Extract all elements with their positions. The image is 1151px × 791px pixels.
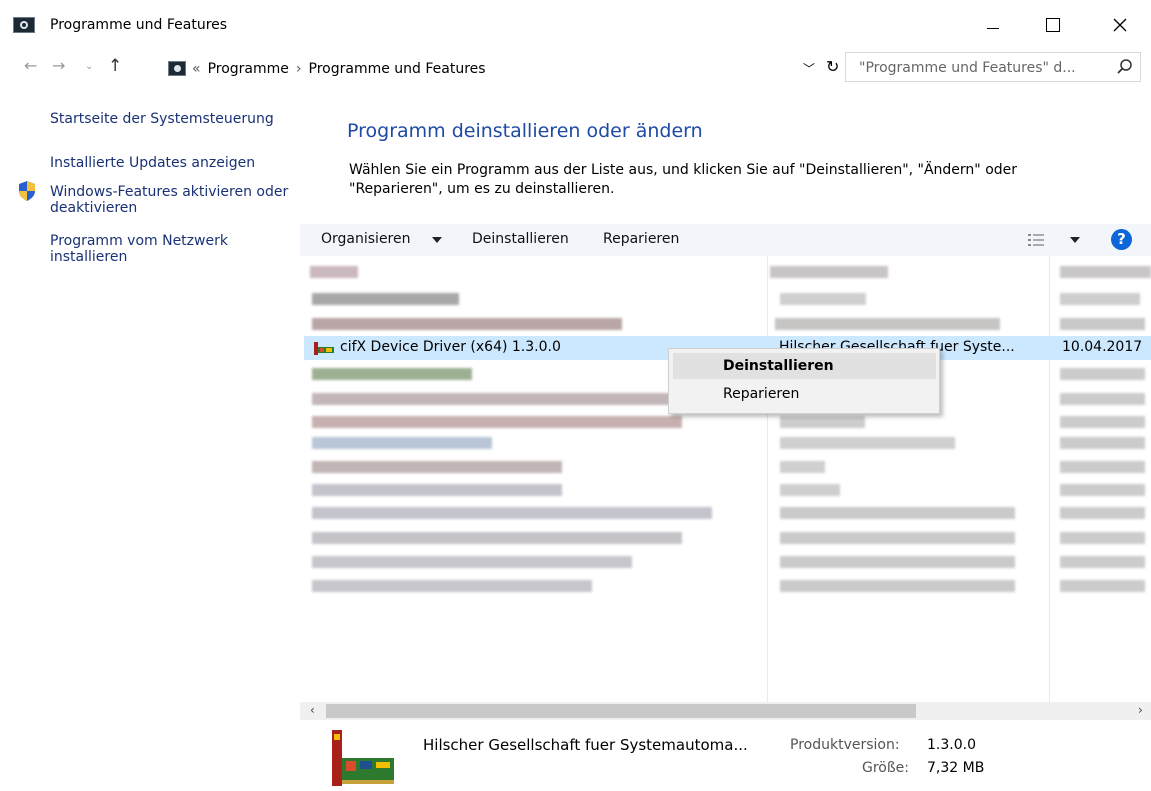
program-list[interactable]: cifX Device Driver (x64) 1.3.0.0 Hilsche…: [300, 256, 1151, 702]
blurred-row: [312, 368, 472, 380]
search-icon[interactable]: [1116, 58, 1134, 76]
repair-button[interactable]: Reparieren: [603, 231, 679, 247]
maximize-button[interactable]: [1030, 8, 1076, 42]
blurred-row: [1060, 293, 1140, 305]
blurred-row: [312, 484, 562, 496]
sidebar-item-network-install[interactable]: Programm vom Netzwerk installieren: [50, 233, 280, 265]
page-description: Wählen Sie ein Programm aus der Liste au…: [349, 162, 1018, 197]
organize-dropdown-icon[interactable]: [432, 237, 442, 243]
blurred-row: [312, 580, 592, 592]
breadcrumb-overflow[interactable]: «: [192, 61, 201, 77]
blurred-row: [312, 293, 459, 305]
forward-arrow-icon[interactable]: →: [52, 56, 65, 75]
context-menu-uninstall[interactable]: Deinstallieren: [673, 353, 936, 379]
blurred-row: [780, 484, 840, 496]
product-version-label: Produktversion:: [790, 737, 900, 753]
blurred-row: [1060, 437, 1145, 449]
blurred-row: [310, 266, 358, 278]
window-title: Programme und Features: [50, 17, 228, 33]
program-install-date: 10.04.2017: [1062, 339, 1143, 355]
column-divider: [1049, 256, 1050, 702]
blurred-row: [1060, 556, 1145, 568]
blurred-row: [770, 266, 888, 278]
blurred-row: [780, 556, 1015, 568]
context-menu-repair-label: Reparieren: [723, 386, 800, 402]
device-driver-icon: [332, 730, 394, 786]
address-dropdown-icon[interactable]: ﹀: [803, 60, 815, 77]
shield-icon: [19, 181, 35, 201]
blurred-row: [312, 318, 622, 330]
organize-button[interactable]: Organisieren: [321, 231, 411, 247]
blurred-row: [780, 461, 825, 473]
product-version-value: 1.3.0.0: [927, 737, 976, 753]
blurred-row: [312, 437, 492, 449]
context-menu: Deinstallieren Reparieren: [668, 348, 940, 414]
blurred-row: [312, 556, 632, 568]
help-icon[interactable]: ?: [1111, 229, 1132, 250]
blurred-row: [312, 416, 682, 428]
blurred-row: [1060, 484, 1145, 496]
size-label: Größe:: [862, 760, 910, 776]
blurred-row: [312, 461, 562, 473]
blurred-row: [1060, 393, 1145, 405]
blurred-row: [1060, 266, 1151, 278]
details-pane: Hilscher Gesellschaft fuer Systemautoma.…: [300, 720, 1151, 791]
scroll-left-icon[interactable]: ‹: [310, 703, 315, 717]
breadcrumb: « Programme › Programme und Features: [192, 61, 486, 77]
search-field[interactable]: "Programme und Features" d...: [845, 52, 1141, 82]
blurred-row: [1060, 532, 1145, 544]
control-panel-icon: [13, 17, 35, 33]
program-name: cifX Device Driver (x64) 1.3.0.0: [340, 339, 561, 355]
size-value: 7,32 MB: [927, 760, 985, 776]
back-arrow-icon[interactable]: ←: [24, 56, 37, 75]
view-details-icon[interactable]: [1028, 233, 1044, 247]
blurred-row: [780, 437, 955, 449]
breadcrumb-separator[interactable]: ›: [296, 61, 302, 77]
details-publisher: Hilscher Gesellschaft fuer Systemautoma.…: [423, 736, 748, 754]
sidebar-item-updates[interactable]: Installierte Updates anzeigen: [50, 155, 255, 171]
close-button[interactable]: [1097, 8, 1143, 42]
blurred-row: [780, 416, 865, 428]
blurred-row: [312, 532, 682, 544]
uninstall-button[interactable]: Deinstallieren: [472, 231, 569, 247]
blurred-row: [312, 507, 712, 519]
blurred-row: [775, 318, 1000, 330]
recent-locations-chevron-icon[interactable]: ⌄: [85, 61, 93, 72]
horizontal-scrollbar[interactable]: ‹ ›: [300, 702, 1151, 720]
blurred-row: [1060, 461, 1145, 473]
up-arrow-icon[interactable]: ↑: [108, 56, 122, 76]
blurred-row: [780, 293, 866, 305]
breadcrumb-programme-und-features[interactable]: Programme und Features: [309, 61, 486, 77]
refresh-icon[interactable]: ↻: [826, 57, 839, 76]
context-menu-repair[interactable]: Reparieren: [673, 381, 936, 407]
search-input[interactable]: "Programme und Features" d...: [859, 60, 1076, 76]
breadcrumb-programme[interactable]: Programme: [208, 61, 289, 77]
blurred-row: [1060, 368, 1145, 380]
minimize-icon: [987, 27, 999, 29]
sidebar-item-windows-features[interactable]: Windows-Features aktivieren oder deaktiv…: [50, 184, 290, 216]
scroll-right-icon[interactable]: ›: [1138, 703, 1143, 717]
blurred-row: [312, 393, 682, 405]
view-dropdown-icon[interactable]: [1070, 237, 1080, 243]
maximize-icon: [1046, 18, 1060, 32]
scrollbar-thumb[interactable]: [326, 704, 916, 718]
blurred-row: [780, 507, 1015, 519]
blurred-row: [1060, 580, 1145, 592]
column-divider: [767, 256, 768, 702]
blurred-row: [1060, 507, 1145, 519]
address-control-panel-icon: [168, 61, 186, 76]
minimize-button[interactable]: [970, 8, 1016, 42]
blurred-row: [780, 532, 1015, 544]
device-driver-icon: [314, 342, 334, 355]
page-title: Programm deinstallieren oder ändern: [347, 120, 703, 142]
close-icon: [1113, 18, 1127, 32]
blurred-row: [1060, 318, 1145, 330]
blurred-row: [780, 580, 1015, 592]
command-toolbar: Organisieren Deinstallieren Reparieren ?: [300, 224, 1151, 256]
blurred-row: [1060, 416, 1145, 428]
sidebar-item-home[interactable]: Startseite der Systemsteuerung: [50, 111, 274, 127]
context-menu-uninstall-label: Deinstallieren: [723, 358, 834, 374]
